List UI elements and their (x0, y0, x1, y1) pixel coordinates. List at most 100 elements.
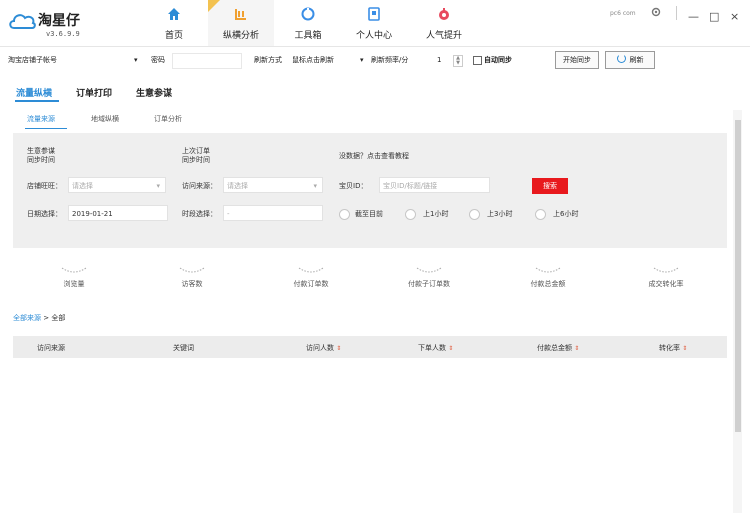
refresh-button-label: 刷新 (629, 56, 644, 64)
breadcrumb-current: 全部 (51, 314, 66, 322)
subtab-traffic-source[interactable]: 流量来源 (27, 114, 55, 124)
refresh-icon (616, 54, 626, 63)
tab-active-underline (15, 100, 59, 102)
order-sync-label: 上次订单 同步时间 (182, 147, 210, 164)
cloud-logo-icon (8, 12, 36, 32)
toolbox-icon (284, 7, 332, 23)
chevron-down-icon: ▾ (156, 182, 160, 190)
account-select[interactable]: 淘宝店铺子帐号 ▾ (8, 53, 138, 67)
period-picker[interactable]: - (223, 205, 323, 221)
breadcrumb-all-sources[interactable]: 全部来源 (13, 314, 41, 322)
chevron-down-icon[interactable]: ▾ (360, 53, 364, 67)
col-paid-amount-label: 付款总金额 (537, 344, 572, 352)
nav-user-center-label: 个人中心 (355, 31, 392, 41)
col-keyword: 关键词 (173, 344, 194, 352)
item-id-input[interactable]: 宝贝ID/标题/链接 (379, 177, 490, 193)
col-visitors-label: 访问人数 (306, 344, 334, 352)
date-picker[interactable]: 2019-01-21 (68, 205, 168, 221)
col-visitors[interactable]: 访问人数 ⇕ (306, 343, 341, 353)
source-select[interactable]: 请选择 ▾ (223, 177, 323, 193)
nav-analysis-label: 纵横分析 (222, 31, 259, 41)
gear-icon[interactable] (651, 7, 661, 19)
freq-stepper[interactable]: ▲ ▼ (453, 55, 463, 67)
nav-popularity[interactable]: 人气提升 (416, 0, 472, 46)
nav-toolbox-label: 工具箱 (294, 31, 322, 41)
stat-label: 浏览量 (63, 280, 85, 288)
analysis-icon (208, 7, 274, 23)
nav-user-center[interactable]: 个人中心 (346, 0, 402, 46)
auto-sync-checkbox[interactable] (473, 56, 482, 65)
chevron-down-icon: ▾ (134, 56, 138, 64)
radio-until-now-label: 截至目前 (355, 210, 383, 218)
tab-order-print[interactable]: 订单打印 (76, 86, 112, 99)
tab-traffic[interactable]: 流量纵横 (16, 86, 52, 99)
biz-sync-label: 生意参谋 同步时间 (27, 147, 55, 164)
app-version: v3.6.9.9 (46, 30, 80, 38)
stat-label: 付款子订单数 (408, 280, 450, 288)
item-id-placeholder: 宝贝ID/标题/链接 (383, 182, 438, 190)
loading-arc-icon (653, 267, 679, 273)
radio-last-1h-label: 上1小时 (423, 210, 449, 218)
col-buyers[interactable]: 下单人数 ⇕ (418, 343, 453, 353)
shop-select[interactable]: 请选择 ▾ (68, 177, 166, 193)
watermark-text: pc6 com (610, 10, 636, 17)
loading-arc-icon (416, 267, 442, 273)
popularity-icon (416, 7, 472, 23)
shop-label: 店铺旺旺： (27, 182, 62, 190)
stat-label: 访客数 (181, 280, 203, 288)
refresh-mode-value: 鼠标点击刷新 (292, 56, 334, 64)
auto-sync-label: 自动同步 (484, 56, 512, 64)
subtab-region[interactable]: 地域纵横 (91, 114, 119, 124)
source-label: 访问来源： (182, 182, 217, 190)
stat-paid-orders: 付款订单数 (271, 266, 351, 289)
chevron-down-icon: ▾ (313, 182, 317, 190)
tutorial-link[interactable]: 没数据？点击查看教程 (339, 152, 409, 161)
start-sync-button[interactable]: 开始同步 (555, 51, 599, 69)
refresh-freq-value[interactable]: 1 (437, 53, 441, 67)
maximize-button[interactable]: □ (709, 10, 719, 23)
sort-icon: ⇕ (448, 345, 454, 352)
nav-analysis[interactable]: 纵横分析 (208, 0, 274, 46)
radio-last-3h[interactable] (469, 209, 480, 220)
radio-until-now[interactable] (339, 209, 350, 220)
radio-last-6h-label: 上6小时 (553, 210, 579, 218)
period-label: 时段选择： (182, 210, 217, 218)
refresh-mode-label: 刷新方式 (254, 56, 282, 64)
date-label: 日期选择： (27, 210, 62, 218)
sync-toolbar: 淘宝店铺子帐号 ▾ 密码 刷新方式 鼠标点击刷新 ▾ 刷新频率/分 1 ▲ ▼ 自动… (0, 51, 750, 73)
stat-label: 付款总金额 (530, 280, 566, 288)
loading-arc-icon (61, 267, 87, 273)
scrollbar-thumb[interactable] (735, 120, 741, 432)
loading-arc-icon (535, 267, 561, 273)
col-buyers-label: 下单人数 (418, 344, 446, 352)
sort-icon: ⇕ (682, 345, 688, 352)
user-center-icon (346, 7, 402, 23)
item-id-label: 宝贝ID： (339, 182, 368, 190)
subtab-order-analysis[interactable]: 订单分析 (154, 114, 182, 124)
col-paid-amount[interactable]: 付款总金额 ⇕ (537, 343, 579, 353)
radio-last-1h[interactable] (405, 209, 416, 220)
stat-label: 成交转化率 (648, 280, 684, 288)
search-button[interactable]: 搜索 (532, 178, 568, 194)
sort-icon: ⇕ (336, 345, 342, 352)
minimize-button[interactable]: — (688, 10, 699, 23)
app-name: 淘星仔 (38, 13, 80, 29)
radio-last-6h[interactable] (535, 209, 546, 220)
title-bar: 淘星仔 v3.6.9.9 首页 纵横分析 工具箱 个人中心 人气提升 pc6 c… (0, 0, 750, 47)
password-field[interactable] (172, 53, 242, 69)
close-button[interactable]: × (730, 10, 739, 23)
refresh-mode-select[interactable]: 鼠标点击刷新 (292, 53, 352, 67)
stat-paid-amount: 付款总金额 (508, 266, 588, 289)
tab-business-advisor[interactable]: 生意参谋 (136, 86, 172, 99)
password-label: 密码 (151, 56, 165, 64)
col-conversion[interactable]: 转化率 ⇕ (659, 343, 687, 353)
refresh-button[interactable]: 刷新 (605, 51, 655, 69)
nav-home[interactable]: 首页 (150, 0, 198, 46)
nav-toolbox[interactable]: 工具箱 (284, 0, 332, 46)
table-header: 访问来源 关键词 访问人数 ⇕ 下单人数 ⇕ 付款总金额 ⇕ 转化率 ⇕ (13, 336, 727, 358)
radio-last-3h-label: 上3小时 (487, 210, 513, 218)
stat-page-views: 浏览量 (34, 266, 114, 289)
account-select-text: 淘宝店铺子帐号 (8, 56, 57, 64)
stat-visitors: 访客数 (152, 266, 232, 289)
subtab-active-underline (25, 128, 67, 129)
